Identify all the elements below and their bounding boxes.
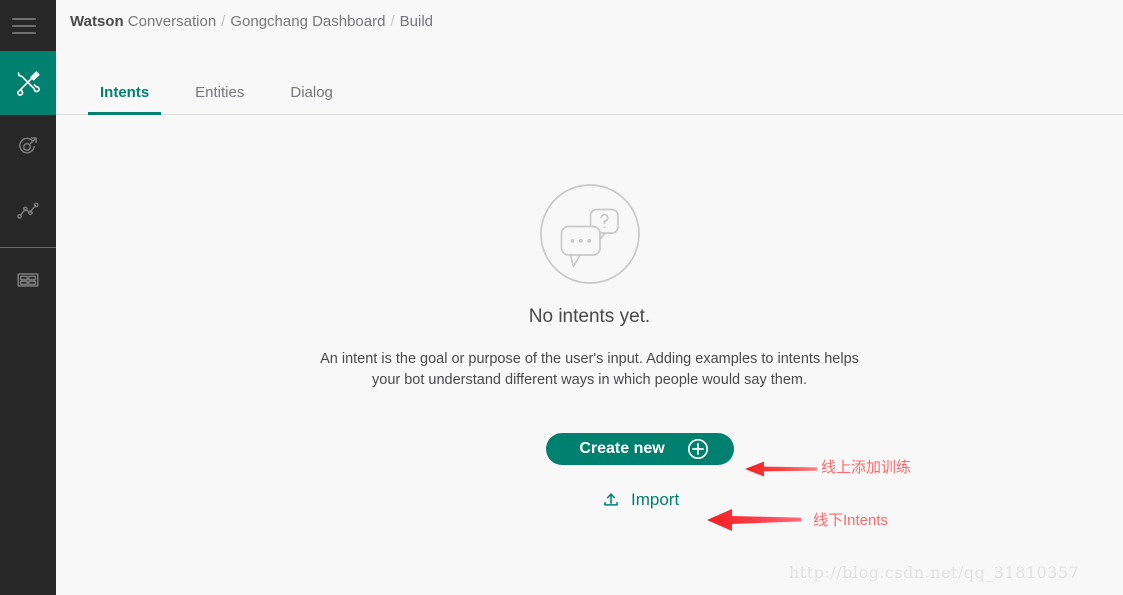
sidebar-item-deploy[interactable] [0, 248, 56, 312]
tab-dialog[interactable]: Dialog [278, 84, 345, 114]
app-window: Watson Conversation / Gongchang Dashboard /… [0, 0, 1123, 595]
grid-table-icon [14, 266, 42, 294]
import-label: Import [631, 490, 680, 509]
annotation-arrow-import [706, 507, 802, 533]
target-arrow-icon [14, 133, 42, 161]
annotation-label-import: 线下Intents [813, 512, 889, 529]
tab-list: Intents Entities Dialog [88, 84, 367, 115]
breadcrumb-brand-rest: Conversation [127, 13, 217, 30]
empty-state-description: An intent is the goal or purpose of the … [320, 351, 859, 388]
empty-state: No intents yet. An intent is the goal or… [56, 115, 1123, 553]
tools-wrench-screwdriver-icon [13, 68, 43, 98]
sidebar-item-build[interactable] [0, 51, 56, 115]
tab-entities[interactable]: Entities [183, 84, 256, 114]
left-nav-rail [0, 0, 56, 595]
main-content: No intents yet. An intent is the goal or… [56, 115, 1123, 595]
hamburger-line [12, 18, 36, 20]
speech-bubbles-question-circle-illustration [539, 183, 641, 285]
hamburger-line [12, 25, 36, 27]
annotation-arrow-create-new [744, 458, 818, 480]
import-button[interactable]: Import [596, 486, 685, 514]
breadcrumb-separator: / [221, 13, 226, 30]
plus-circle-icon [687, 438, 709, 460]
empty-state-actions: Create new Import [56, 433, 1123, 553]
upload-icon [602, 491, 620, 509]
tab-bar: Intents Entities Dialog [56, 51, 1123, 115]
create-new-button[interactable]: Create new [546, 433, 734, 465]
breadcrumb-separator: / [390, 13, 395, 30]
breadcrumb-brand-strong: Watson [70, 13, 124, 30]
line-chart-icon [14, 197, 42, 225]
breadcrumb-item-dashboard[interactable]: Gongchang Dashboard [230, 13, 385, 30]
sidebar-item-improve[interactable] [0, 115, 56, 179]
empty-state-title: No intents yet. [528, 306, 651, 327]
watermark-text: http://blog.csdn.net/qq_31810357 [789, 563, 1080, 582]
breadcrumb: Watson Conversation / Gongchang Dashboard /… [70, 12, 433, 32]
tab-intents[interactable]: Intents [88, 84, 162, 115]
annotation-label-create-new: 线上添加训练 [821, 459, 912, 476]
hamburger-line [12, 32, 36, 34]
breadcrumb-item-build[interactable]: Build [400, 13, 433, 30]
sidebar-item-analytics[interactable] [0, 179, 56, 243]
hamburger-menu-button[interactable] [0, 0, 56, 51]
create-new-label: Create new [579, 440, 665, 457]
top-bar: Watson Conversation / Gongchang Dashboard /… [56, 0, 1123, 51]
